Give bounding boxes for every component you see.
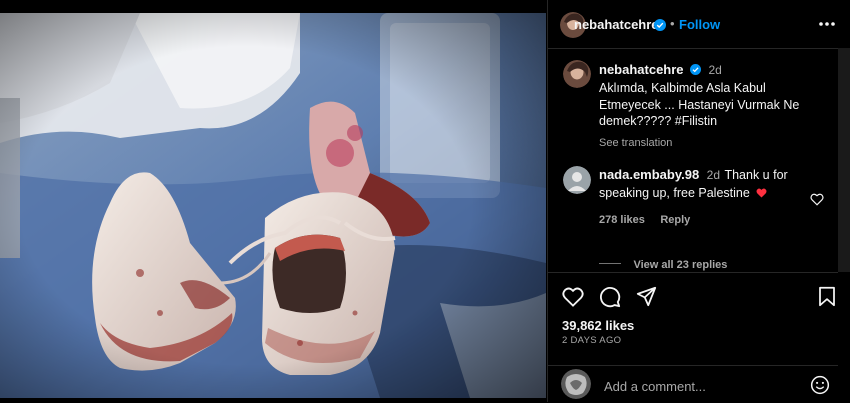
- post-photo: [0, 13, 546, 398]
- avatar-image: [561, 369, 591, 399]
- emoji-icon[interactable]: [810, 375, 830, 395]
- commenter-avatar[interactable]: [563, 166, 591, 194]
- caption-username[interactable]: nebahatcehre: [599, 62, 684, 77]
- save-icon[interactable]: [818, 286, 836, 307]
- add-comment-bar: [548, 365, 838, 403]
- caption: nebahatcehre 2d Aklımda, Kalbimde Asla K…: [599, 61, 829, 149]
- share-icon[interactable]: [636, 286, 657, 307]
- avatar-image: [563, 60, 591, 88]
- caption-text: Aklımda, Kalbimde Asla Kabul Etmeyecek .…: [599, 81, 800, 128]
- author-username[interactable]: nebahatcehre: [574, 17, 659, 32]
- verified-badge-icon: [690, 64, 701, 75]
- instagram-post-modal: nebahatcehre • Follow nebahatcehre 2d Ak…: [0, 0, 850, 402]
- heart-small-icon: [756, 188, 767, 198]
- verified-badge-icon: [654, 19, 666, 31]
- more-horizontal-icon[interactable]: [818, 21, 836, 27]
- header-separator: •: [670, 16, 675, 31]
- post-date: 2 DAYS AGO: [562, 335, 622, 346]
- replies-line: [599, 263, 621, 265]
- current-user-avatar: [561, 369, 591, 399]
- likes-count[interactable]: 39,862 likes: [562, 318, 634, 333]
- comment-username[interactable]: nada.embaby.98: [599, 167, 699, 182]
- view-replies[interactable]: View all 23 replies: [599, 255, 727, 273]
- comment-icon[interactable]: [599, 286, 621, 308]
- comment-time: 2d: [706, 168, 721, 182]
- comments-scrollbar[interactable]: [838, 48, 850, 272]
- heart-icon[interactable]: [562, 287, 584, 307]
- view-replies-label[interactable]: View all 23 replies: [633, 259, 727, 271]
- reply-button[interactable]: Reply: [660, 214, 690, 226]
- comment-like-icon[interactable]: [810, 193, 824, 206]
- post-side-panel: nebahatcehre • Follow nebahatcehre 2d Ak…: [547, 0, 850, 402]
- add-comment-input[interactable]: [602, 375, 806, 397]
- see-translation-button[interactable]: See translation: [599, 137, 829, 149]
- comment-likes[interactable]: 278 likes: [599, 214, 645, 226]
- comment: nada.embaby.98 2d Thank u for speaking u…: [599, 166, 809, 228]
- avatar-image: [563, 166, 591, 194]
- caption-time: 2d: [708, 63, 722, 77]
- follow-button[interactable]: Follow: [679, 17, 720, 32]
- caption-avatar[interactable]: [563, 60, 591, 88]
- post-image: [0, 13, 546, 398]
- post-header: nebahatcehre • Follow: [548, 0, 838, 49]
